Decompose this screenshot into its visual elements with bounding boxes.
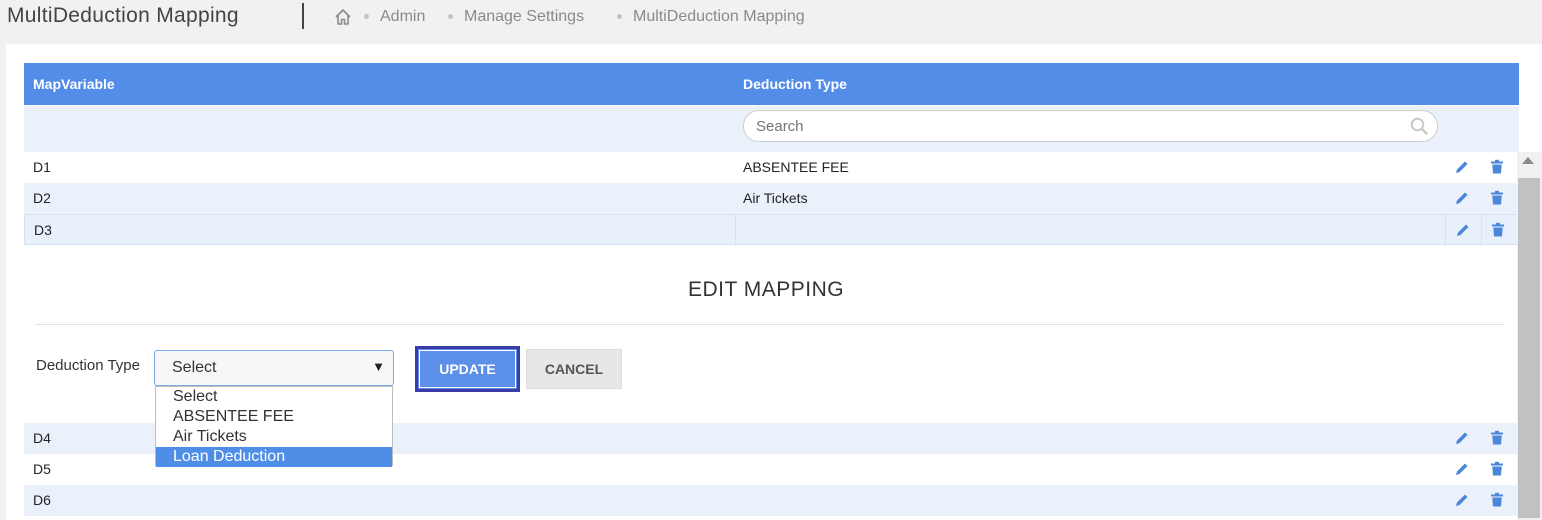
search-input[interactable] [743, 110, 1438, 142]
cell-divider [1445, 215, 1446, 246]
home-icon[interactable] [333, 7, 353, 27]
breadcrumb-admin[interactable]: Admin [380, 8, 425, 26]
trash-icon[interactable] [1490, 492, 1504, 508]
cancel-button[interactable]: CANCEL [526, 349, 622, 389]
cell-divider [735, 215, 736, 246]
breadcrumb-current: MultiDeduction Mapping [633, 8, 805, 25]
cell-deduction-type: ABSENTEE FEE [743, 159, 849, 175]
deduction-type-select[interactable]: Select ▼ [154, 350, 394, 386]
edit-icon[interactable] [1454, 430, 1470, 446]
table-header: MapVariable Deduction Type [24, 63, 1519, 105]
breadcrumb-separator [617, 14, 622, 19]
edit-icon[interactable] [1454, 461, 1470, 477]
edit-icon[interactable] [1454, 492, 1470, 508]
dropdown-option[interactable]: Air Tickets [156, 427, 392, 447]
edit-icon[interactable] [1454, 159, 1470, 175]
column-header-mapvariable[interactable]: MapVariable [33, 76, 115, 92]
search-icon[interactable] [1410, 117, 1428, 135]
table-row-selected[interactable]: D3 [24, 214, 1519, 246]
edit-icon[interactable] [1454, 190, 1470, 206]
trash-icon[interactable] [1490, 461, 1504, 477]
cell-mapvariable: D4 [33, 430, 51, 446]
breadcrumb-separator [448, 14, 453, 19]
edit-mapping-title: EDIT MAPPING [688, 278, 845, 301]
cell-mapvariable: D2 [33, 190, 51, 206]
page-title: MultiDeduction Mapping [7, 4, 239, 27]
scroll-up-arrow-icon[interactable] [1522, 157, 1534, 164]
dropdown-option[interactable]: Select [156, 387, 392, 407]
deduction-type-dropdown-list: Select ABSENTEE FEE Air Tickets Loan Ded… [155, 386, 393, 467]
column-header-deduction-type[interactable]: Deduction Type [743, 76, 847, 92]
cell-deduction-type: Air Tickets [743, 190, 808, 206]
dropdown-arrow-icon: ▼ [372, 359, 385, 374]
cell-mapvariable: D1 [33, 159, 51, 175]
table-row[interactable]: D2 Air Tickets [24, 183, 1519, 214]
table-row[interactable]: D6 [24, 485, 1519, 516]
scrollbar-thumb[interactable] [1518, 178, 1540, 518]
dropdown-option-highlighted[interactable]: Loan Deduction [156, 447, 392, 467]
cell-divider [1481, 215, 1482, 246]
cell-mapvariable: D6 [33, 492, 51, 508]
trash-icon[interactable] [1490, 430, 1504, 446]
breadcrumb-manage-settings[interactable]: Manage Settings [464, 8, 584, 26]
trash-icon[interactable] [1490, 190, 1504, 206]
update-button[interactable]: UPDATE [415, 346, 520, 392]
divider [35, 324, 1504, 325]
select-value: Select [172, 359, 217, 376]
trash-icon[interactable] [1490, 159, 1504, 175]
title-separator [302, 3, 304, 29]
cell-mapvariable: D5 [33, 461, 51, 477]
deduction-type-label: Deduction Type [36, 357, 140, 374]
table-row[interactable]: D1 ABSENTEE FEE [24, 152, 1519, 183]
breadcrumb-separator [364, 14, 369, 19]
trash-icon[interactable] [1491, 222, 1505, 238]
top-bar: MultiDeduction Mapping Admin Manage Sett… [0, 0, 1542, 44]
edit-icon[interactable] [1455, 222, 1471, 238]
dropdown-option[interactable]: ABSENTEE FEE [156, 407, 392, 427]
cell-mapvariable: D3 [34, 222, 52, 238]
